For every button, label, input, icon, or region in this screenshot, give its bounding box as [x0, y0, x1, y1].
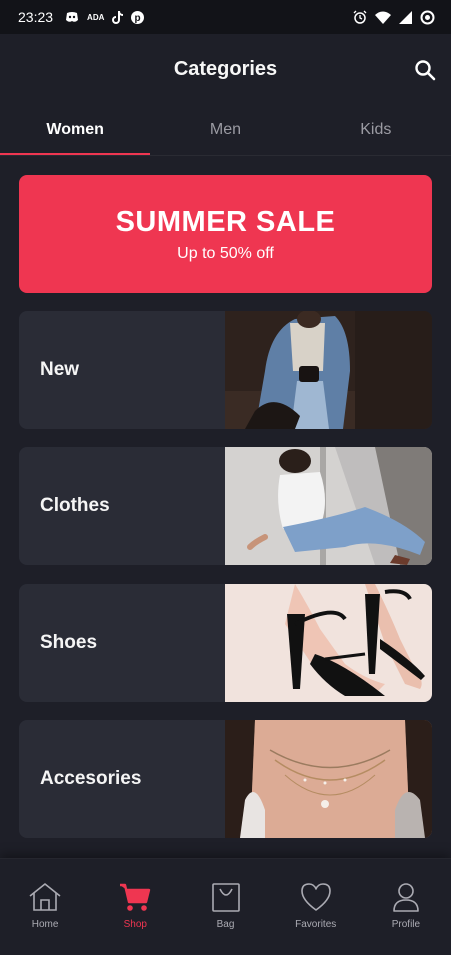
nav-bag-label: Bag — [216, 919, 235, 930]
tab-kids[interactable]: Kids — [301, 104, 451, 156]
notification-text: ADA — [87, 12, 105, 22]
category-label-clothes: Clothes — [40, 495, 110, 516]
nav-favorites[interactable]: Favorites — [271, 859, 361, 955]
nav-bag[interactable]: Bag — [180, 859, 270, 955]
summer-sale-banner[interactable]: SUMMER SALE Up to 50% off — [19, 175, 432, 293]
tab-men[interactable]: Men — [150, 104, 300, 156]
search-icon[interactable] — [413, 58, 437, 82]
bottom-navigation: Home Shop Bag Favorites Profile — [0, 858, 451, 955]
cart-icon — [120, 883, 151, 911]
category-card-shoes[interactable]: Shoes — [19, 584, 432, 702]
category-label-shoes: Shoes — [40, 632, 98, 653]
category-label-new: New — [40, 359, 80, 380]
nav-shop[interactable]: Shop — [90, 859, 180, 955]
status-time: 23:23 — [18, 9, 54, 25]
page-title: Categories — [173, 57, 278, 80]
tab-men-label: Men — [209, 121, 242, 138]
category-card-new[interactable]: New — [19, 311, 432, 429]
tiktok-icon — [112, 10, 124, 24]
tab-women-label: Women — [46, 121, 104, 138]
status-right — [353, 10, 435, 25]
app-bar: Categories — [0, 34, 451, 104]
banner-title: SUMMER SALE — [115, 205, 336, 238]
home-icon — [29, 883, 61, 911]
alarm-icon — [353, 10, 367, 24]
category-image-accesories — [225, 720, 432, 838]
sync-icon — [420, 10, 435, 24]
category-image-shoes — [225, 584, 432, 702]
category-tabs: Women Men Kids — [0, 104, 451, 156]
nav-favorites-label: Favorites — [295, 919, 337, 930]
nav-profile[interactable]: Profile — [361, 859, 451, 955]
profile-icon — [393, 883, 419, 912]
category-label-accesories: Accesories — [40, 768, 142, 789]
nav-home-label: Home — [31, 919, 59, 930]
category-image-new — [225, 311, 432, 429]
status-left: 23:23 ADA p — [18, 9, 145, 25]
banner-subtitle: Up to 50% off — [177, 244, 274, 262]
svg-text:p: p — [135, 13, 141, 24]
pinterest-icon: p — [131, 10, 145, 24]
status-bar: 23:23 ADA p — [0, 0, 451, 34]
wifi-icon — [375, 11, 391, 24]
nav-profile-label: Profile — [391, 919, 421, 930]
category-image-clothes — [225, 447, 432, 565]
discord-icon — [66, 12, 79, 22]
tab-women[interactable]: Women — [0, 104, 151, 156]
bag-icon — [211, 883, 240, 912]
tab-kids-label: Kids — [360, 121, 392, 138]
nav-home[interactable]: Home — [0, 859, 90, 955]
heart-icon — [300, 883, 331, 911]
signal-icon — [399, 10, 412, 24]
category-card-accesories[interactable]: Accesories — [19, 720, 432, 838]
category-card-clothes[interactable]: Clothes — [19, 447, 432, 565]
tab-divider — [0, 155, 451, 156]
nav-shop-label: Shop — [123, 919, 147, 930]
